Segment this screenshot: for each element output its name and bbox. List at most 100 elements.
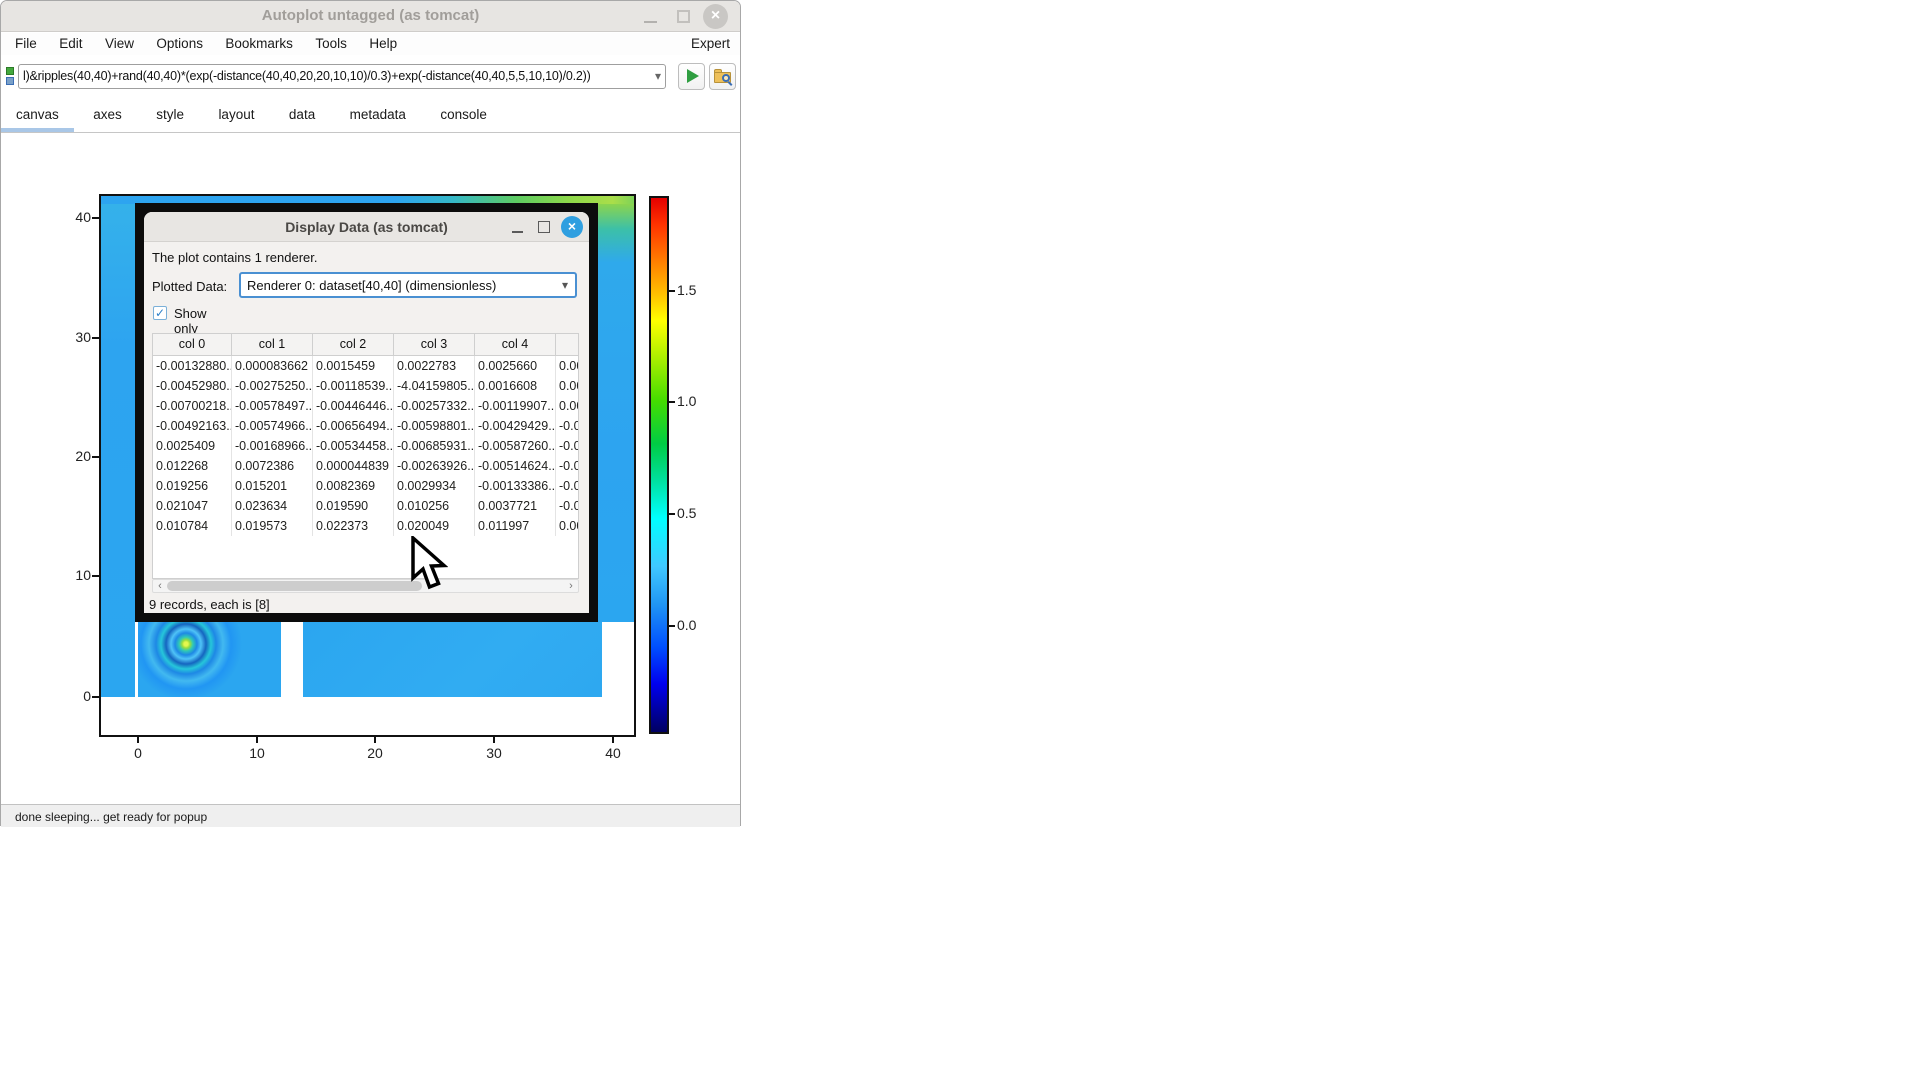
table-cell: -0.0 bbox=[556, 456, 579, 476]
inspect-uri-button[interactable] bbox=[709, 63, 736, 90]
chevron-down-icon: ▾ bbox=[562, 278, 568, 292]
table-cell: 0.000044839 bbox=[313, 456, 394, 476]
table-cell: -0.0 bbox=[556, 416, 579, 436]
tab-metadata[interactable]: metadata bbox=[335, 99, 421, 132]
column-header[interactable]: col 3 bbox=[394, 334, 475, 356]
table-header-row: col 0 col 1 col 2 col 3 col 4 bbox=[153, 334, 578, 356]
plot-go-button[interactable] bbox=[678, 63, 705, 90]
table-cell: -0.00132880... bbox=[153, 356, 232, 376]
menu-help[interactable]: Help bbox=[360, 33, 406, 54]
y-tick-label: 40 bbox=[59, 209, 91, 225]
table-row[interactable]: -0.00132880...0.0000836620.00154590.0022… bbox=[153, 356, 578, 376]
table-cell: -0.0 bbox=[556, 436, 579, 456]
table-cell: 0.0022783 bbox=[394, 356, 475, 376]
table-row[interactable]: 0.0122680.00723860.000044839-0.00263926.… bbox=[153, 456, 578, 476]
menu-view[interactable]: View bbox=[96, 33, 143, 54]
table-cell: -0.00429429... bbox=[475, 416, 556, 436]
column-header[interactable]: col 1 bbox=[232, 334, 313, 356]
table-cell: 0.00 bbox=[556, 396, 579, 416]
menu-edit[interactable]: Edit bbox=[50, 33, 91, 54]
filter-checkbox[interactable]: ✓ bbox=[153, 306, 167, 320]
window-close-button[interactable]: × bbox=[701, 1, 731, 32]
table-cell: 0.019256 bbox=[153, 476, 232, 496]
table-cell: 0.0015459 bbox=[313, 356, 394, 376]
dialog-maximize-button[interactable] bbox=[531, 212, 557, 242]
tab-axes[interactable]: axes bbox=[78, 99, 137, 132]
table-cell: 0.010784 bbox=[153, 516, 232, 536]
mouse-cursor-icon bbox=[410, 536, 448, 597]
uri-input[interactable]: l)&ripples(40,40)+rand(40,40)*(exp(-dist… bbox=[18, 64, 666, 89]
table-row[interactable]: -0.00492163...-0.00574966...-0.00656494.… bbox=[153, 416, 578, 436]
scroll-right-icon[interactable]: › bbox=[565, 580, 577, 592]
tab-console[interactable]: console bbox=[425, 99, 502, 132]
tab-style[interactable]: style bbox=[141, 99, 199, 132]
x-tick-label: 0 bbox=[118, 745, 158, 761]
window-minimize-button[interactable] bbox=[636, 1, 666, 32]
y-tick-label: 20 bbox=[59, 448, 91, 464]
tab-canvas[interactable]: canvas bbox=[1, 99, 74, 132]
column-header[interactable]: col 0 bbox=[153, 334, 232, 356]
table-cell: 0.010256 bbox=[394, 496, 475, 516]
column-header[interactable]: col 4 bbox=[475, 334, 556, 356]
chevron-down-icon[interactable]: ▾ bbox=[655, 69, 661, 83]
tab-layout[interactable]: layout bbox=[203, 99, 269, 132]
table-row[interactable]: 0.0107840.0195730.0223730.0200490.011997… bbox=[153, 516, 578, 536]
table-row[interactable]: 0.0025409-0.00168966...-0.00534458...-0.… bbox=[153, 436, 578, 456]
window-maximize-button[interactable] bbox=[669, 1, 699, 32]
statusbar: done sleeping... get ready for popup bbox=[1, 804, 740, 827]
main-tabs: canvas axes style layout data metadata c… bbox=[1, 99, 740, 133]
heatmap-flat-tile[interactable] bbox=[303, 622, 602, 697]
heatmap-right-strip[interactable] bbox=[598, 204, 634, 622]
scroll-left-icon[interactable]: ‹ bbox=[154, 580, 166, 592]
scrollbar-thumb[interactable] bbox=[167, 581, 422, 591]
datasource-type-icon bbox=[5, 67, 15, 86]
table-cell: -0.00587260... bbox=[475, 436, 556, 456]
table-cell: -0.00598801... bbox=[394, 416, 475, 436]
table-cell: -0.00263926... bbox=[394, 456, 475, 476]
table-cell: 0.00 bbox=[556, 376, 579, 396]
x-tick-label: 10 bbox=[237, 745, 277, 761]
plotted-data-select[interactable]: Renderer 0: dataset[40,40] (dimensionles… bbox=[239, 272, 577, 298]
colorbar[interactable] bbox=[649, 196, 669, 734]
table-horizontal-scrollbar[interactable]: ‹ › bbox=[152, 579, 579, 593]
table-cell: -0.00534458... bbox=[313, 436, 394, 456]
table-cell: 0.0037721 bbox=[475, 496, 556, 516]
plotted-data-value: Renderer 0: dataset[40,40] (dimensionles… bbox=[247, 278, 496, 293]
dialog-minimize-button[interactable] bbox=[505, 212, 531, 242]
menu-file[interactable]: File bbox=[6, 33, 46, 54]
display-data-dialog: Display Data (as tomcat) × The plot cont… bbox=[135, 203, 598, 622]
tab-data[interactable]: data bbox=[274, 99, 330, 132]
dialog-close-button[interactable]: × bbox=[559, 212, 587, 242]
menubar: File Edit View Options Bookmarks Tools H… bbox=[1, 33, 740, 55]
data-table[interactable]: col 0 col 1 col 2 col 3 col 4 -0.0013288… bbox=[152, 333, 579, 579]
table-row[interactable]: -0.00452980...-0.00275250...-0.00118539.… bbox=[153, 376, 578, 396]
table-cell: 0.0072386 bbox=[232, 456, 313, 476]
menu-tools[interactable]: Tools bbox=[306, 33, 356, 54]
table-row[interactable]: 0.0210470.0236340.0195900.0102560.003772… bbox=[153, 496, 578, 516]
uri-bar: l)&ripples(40,40)+rand(40,40)*(exp(-dist… bbox=[1, 55, 740, 97]
table-cell: -0.00514624... bbox=[475, 456, 556, 476]
x-tick-label: 20 bbox=[355, 745, 395, 761]
table-cell: -4.04159805... bbox=[394, 376, 475, 396]
column-header[interactable] bbox=[556, 334, 579, 356]
expert-mode-label[interactable]: Expert bbox=[691, 36, 730, 51]
y-tick-label: 30 bbox=[59, 329, 91, 345]
table-row[interactable]: -0.00700218...-0.00578497...-0.00446446.… bbox=[153, 396, 578, 416]
colorbar-tick-label: 0.5 bbox=[677, 505, 696, 521]
y-tick-label: 10 bbox=[59, 567, 91, 583]
window-title: Autoplot untagged (as tomcat) bbox=[1, 7, 740, 24]
table-cell: 0.020049 bbox=[394, 516, 475, 536]
play-icon bbox=[687, 69, 699, 83]
dialog-titlebar[interactable]: Display Data (as tomcat) × bbox=[144, 212, 589, 242]
heatmap-left-strip[interactable] bbox=[101, 196, 135, 697]
table-row[interactable]: 0.0192560.0152010.00823690.0029934-0.001… bbox=[153, 476, 578, 496]
table-cell: -0.00656494... bbox=[313, 416, 394, 436]
window-titlebar[interactable]: Autoplot untagged (as tomcat) × bbox=[1, 1, 740, 32]
y-tick-label: 0 bbox=[59, 688, 91, 704]
autoplot-window: Autoplot untagged (as tomcat) × File Edi… bbox=[0, 0, 741, 826]
heatmap-ripple-tile[interactable] bbox=[138, 622, 281, 697]
column-header[interactable]: col 2 bbox=[313, 334, 394, 356]
table-cell: -0.00574966... bbox=[232, 416, 313, 436]
menu-bookmarks[interactable]: Bookmarks bbox=[216, 33, 302, 54]
menu-options[interactable]: Options bbox=[147, 33, 212, 54]
